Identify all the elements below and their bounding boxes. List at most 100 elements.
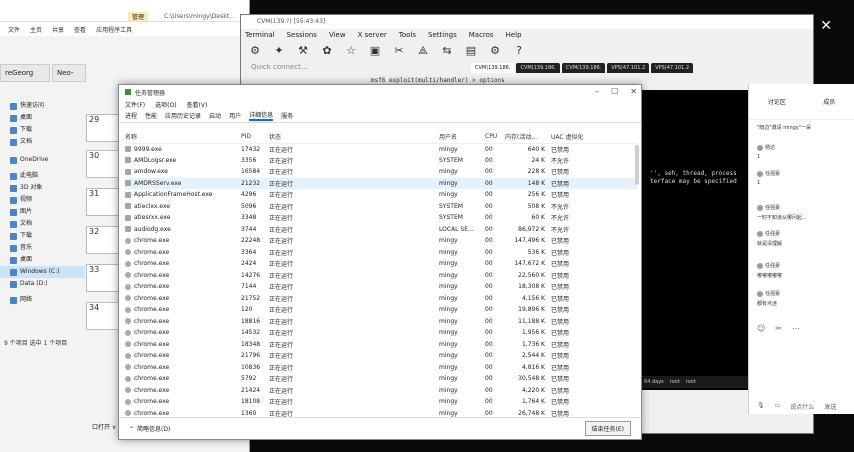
menu-settings[interactable]: Settings — [428, 29, 457, 41]
table-row[interactable]: AMDRSServ.exe 21232 正在运行 mingy 00 148 K 已禁用 — [125, 177, 637, 189]
ribbon-manage-tab[interactable]: 管理 — [128, 12, 149, 21]
tree-downloads-pc[interactable]: 下载 — [0, 230, 85, 242]
col-uac[interactable]: UAC 虚拟化 — [551, 131, 637, 144]
tunneling-icon[interactable]: ⇆ — [441, 45, 453, 57]
col-memory[interactable]: 内存(活动... — [505, 131, 551, 144]
thumbnail[interactable]: 34 — [86, 302, 120, 330]
table-row[interactable]: amdow.exe 16584 正在运行 mingy 00 228 K 已禁用 — [125, 166, 637, 178]
more-icon[interactable]: ⋯ — [792, 324, 800, 333]
session-tab[interactable]: VPS(47.101.2 — [651, 63, 694, 73]
tab-processes[interactable]: 进程 — [125, 111, 137, 120]
emoji-icon[interactable]: ☺ — [757, 324, 765, 333]
tree-desktop-pc[interactable]: 桌面 — [0, 254, 85, 266]
split-icon[interactable]: ✂ — [393, 45, 405, 57]
session-tab[interactable]: CVM(139.186. — [516, 63, 560, 73]
col-name[interactable]: 名称 — [125, 131, 241, 144]
tree-desktop[interactable]: 桌面 — [0, 112, 85, 124]
tab-members[interactable]: 成员 — [823, 97, 835, 106]
tree-onedrive[interactable]: OneDrive — [0, 154, 85, 166]
games-icon[interactable]: ✿ — [321, 45, 333, 57]
menu-view[interactable]: 查看(V) — [187, 100, 208, 109]
tree-drive-c[interactable]: Windows (C:) — [0, 266, 85, 278]
ribbon-share[interactable]: 共享 — [52, 25, 64, 34]
menu-tools[interactable]: Tools — [399, 29, 416, 41]
session-tab[interactable]: VPS(47.101.2 — [607, 63, 650, 73]
tree-network[interactable]: 网络 — [0, 294, 85, 306]
tab-discussion[interactable]: 讨论区 — [768, 97, 786, 106]
terminal-output[interactable]: '', seh, thread, process terface may be … — [640, 90, 750, 390]
tab-app-history[interactable]: 应用历史记录 — [165, 111, 201, 120]
table-row[interactable]: ApplicationFrameHost.exe 4296 正在运行 mingy 00 2… — [125, 189, 637, 201]
tab-details[interactable]: 详细信息 — [249, 110, 274, 121]
tab-services[interactable]: 服务 — [281, 111, 293, 120]
tree-documents[interactable]: 文档 — [0, 136, 85, 148]
menu-options[interactable]: 选项(O) — [155, 100, 176, 109]
tab-performance[interactable]: 性能 — [145, 111, 157, 120]
tag-icon[interactable]: ▭ — [775, 402, 781, 411]
tree-videos[interactable]: 视频 — [0, 194, 85, 206]
vertical-scrollbar[interactable] — [635, 145, 639, 185]
thumbnail[interactable]: 29 — [86, 114, 120, 142]
ribbon-home[interactable]: 主页 — [30, 25, 42, 34]
tree-this-pc[interactable]: 此电脑 — [0, 170, 85, 182]
session-icon[interactable]: ⚙ — [249, 45, 261, 57]
close-x-icon[interactable]: ✕ — [820, 18, 832, 34]
menu-file[interactable]: 文件(F) — [125, 100, 145, 109]
servers-icon[interactable]: ✦ — [273, 45, 285, 57]
table-row[interactable]: 9999.exe 17432 正在运行 mingy 00 640 K 已禁用 — [125, 143, 637, 155]
col-status[interactable]: 状态 — [269, 131, 439, 144]
tab-startup[interactable]: 启动 — [209, 111, 221, 120]
col-pid[interactable]: PID — [241, 131, 269, 144]
table-row[interactable]: chrome.exe 18816 正在运行 mingy 00 11,188 K 已禁用 — [125, 316, 637, 328]
menu-xserver[interactable]: X server — [358, 29, 387, 41]
explorer-tab-neo[interactable]: Neo- — [52, 64, 86, 82]
fewer-details-link[interactable]: ⌃ 简略信息(D) — [129, 424, 170, 433]
col-username[interactable]: 用户名 — [439, 131, 485, 144]
thumbnail[interactable]: 33 — [86, 264, 120, 292]
table-row[interactable]: chrome.exe 14276 正在运行 mingy 00 22,560 K 已禁用 — [125, 270, 637, 282]
open-button[interactable]: 口打开 ∨ — [92, 422, 116, 431]
thumbnail[interactable]: 32 — [86, 226, 120, 254]
ribbon-view[interactable]: 查看 — [74, 25, 86, 34]
menu-terminal[interactable]: Terminal — [245, 29, 275, 41]
menu-view[interactable]: View — [329, 29, 346, 41]
table-row[interactable]: chrome.exe 7144 正在运行 mingy 00 18,308 K 已禁用 — [125, 281, 637, 293]
help-icon[interactable]: ? — [513, 45, 525, 57]
close-icon[interactable]: ✕ — [630, 87, 637, 96]
session-tab[interactable]: CVM(139.186. — [471, 63, 515, 73]
table-row[interactable]: chrome.exe 21424 正在运行 mingy 00 4,220 K 已禁用 — [125, 385, 637, 397]
table-row[interactable]: chrome.exe 21796 正在运行 mingy 00 2,544 K 已禁用 — [125, 350, 637, 362]
table-row[interactable]: chrome.exe 21752 正在运行 mingy 00 4,156 K 已禁用 — [125, 293, 637, 305]
tree-3d-objects[interactable]: 3D 对象 — [0, 182, 85, 194]
table-row[interactable]: chrome.exe 18108 正在运行 mingy 00 1,764 K 已禁用 — [125, 396, 637, 408]
table-row[interactable]: chrome.exe 14532 正在运行 mingy 00 1,956 K 已禁用 — [125, 327, 637, 339]
ribbon-file[interactable]: 文件 — [8, 25, 20, 34]
sessions-icon[interactable]: ☆ — [345, 45, 357, 57]
col-cpu[interactable]: CPU — [485, 131, 505, 144]
send-button[interactable]: 发送 — [824, 402, 836, 411]
tab-users[interactable]: 用户 — [229, 111, 241, 120]
menu-macros[interactable]: Macros — [469, 29, 494, 41]
table-row[interactable]: audiodg.exe 3744 正在运行 LOCAL SE... 00 86,972 K… — [125, 224, 637, 236]
maximize-icon[interactable]: ☐ — [611, 87, 618, 96]
chat-input[interactable]: 说点什么 — [790, 402, 814, 411]
packages-icon[interactable]: ▤ — [465, 45, 477, 57]
end-task-button[interactable]: 结束任务(E) — [584, 421, 631, 436]
ribbon-app-tools[interactable]: 应用程序工具 — [96, 25, 132, 34]
table-row[interactable]: chrome.exe 18348 正在运行 mingy 00 1,736 K 已禁用 — [125, 339, 637, 351]
menu-help[interactable]: Help — [506, 29, 522, 41]
table-row[interactable]: atieclxx.exe 5096 正在运行 SYSTEM 00 508 K 不允许 — [125, 201, 637, 213]
table-row[interactable]: chrome.exe 22248 正在运行 mingy 00 147,496 K 已禁用 — [125, 235, 637, 247]
tree-quick-access[interactable]: 快速访问 — [0, 100, 85, 112]
table-row[interactable]: AMDLogsr.exe 3356 正在运行 SYSTEM 00 24 K 不允许 — [125, 155, 637, 167]
tree-documents-pc[interactable]: 文档 — [0, 218, 85, 230]
view-icon[interactable]: ▣ — [369, 45, 381, 57]
table-row[interactable]: chrome.exe 10836 正在运行 mingy 00 4,816 K 已禁用 — [125, 362, 637, 374]
explorer-tab-regeorg[interactable]: reGeorg — [0, 64, 50, 82]
tree-music[interactable]: 音乐 — [0, 242, 85, 254]
session-tab[interactable]: CVM(139.186. — [561, 63, 606, 73]
table-row[interactable]: atiesrxx.exe 3348 正在运行 SYSTEM 00 60 K 不允许 — [125, 212, 637, 224]
tree-downloads[interactable]: 下载 — [0, 124, 85, 136]
tree-drive-d[interactable]: Data (D:) — [0, 278, 85, 290]
settings-icon[interactable]: ⚙ — [489, 45, 501, 57]
